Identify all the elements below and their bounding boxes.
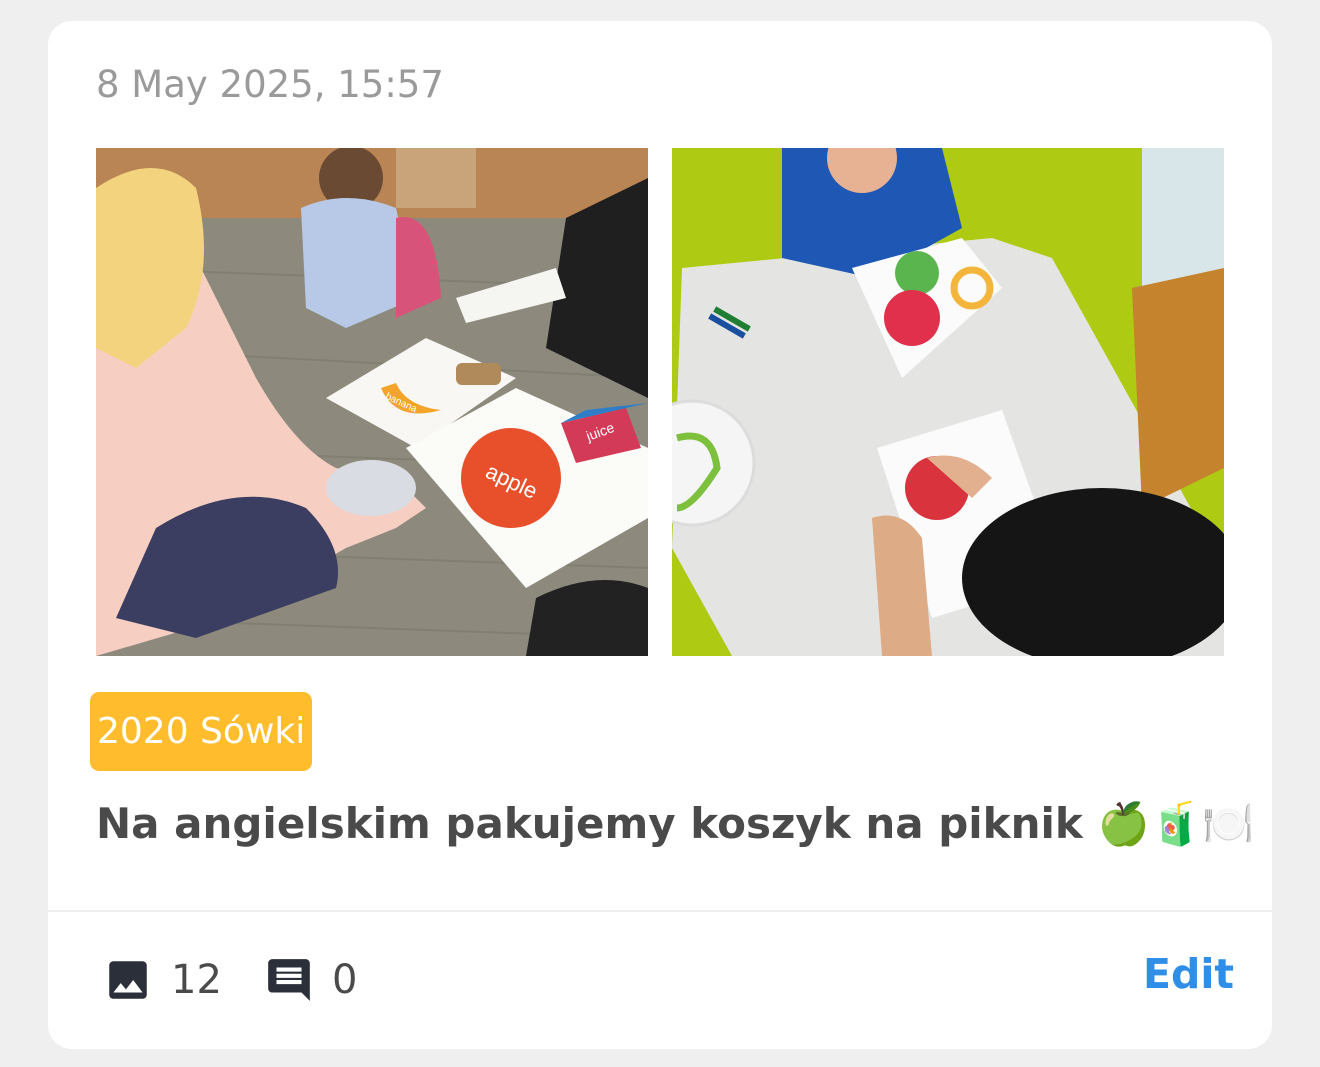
post-photo-2[interactable] — [672, 148, 1224, 656]
comment-icon — [268, 959, 310, 1001]
photo-count: 12 — [171, 957, 222, 1003]
post-photo-1[interactable]: apple juice banana — [96, 148, 648, 656]
photo-children-sorting-fruit-cards: apple juice banana — [96, 148, 648, 656]
comment-count-stat[interactable]: 0 — [264, 952, 357, 1008]
post-timestamp: 8 May 2025, 15:57 — [96, 63, 444, 106]
photo-count-stat[interactable]: 12 — [103, 952, 222, 1008]
image-icon — [109, 961, 147, 999]
post-text: Na angielskim pakujemy koszyk na piknik … — [96, 799, 1255, 848]
edit-button[interactable]: Edit — [1143, 950, 1234, 998]
photo-children-table-activity — [672, 148, 1224, 656]
post-footer: 12 0 Edit — [48, 912, 1272, 1049]
comment-count: 0 — [332, 957, 358, 1003]
post-card: 8 May 2025, 15:57 apple juice banana 202… — [48, 21, 1272, 1049]
group-badge[interactable]: 2020 Sówki — [90, 692, 313, 771]
